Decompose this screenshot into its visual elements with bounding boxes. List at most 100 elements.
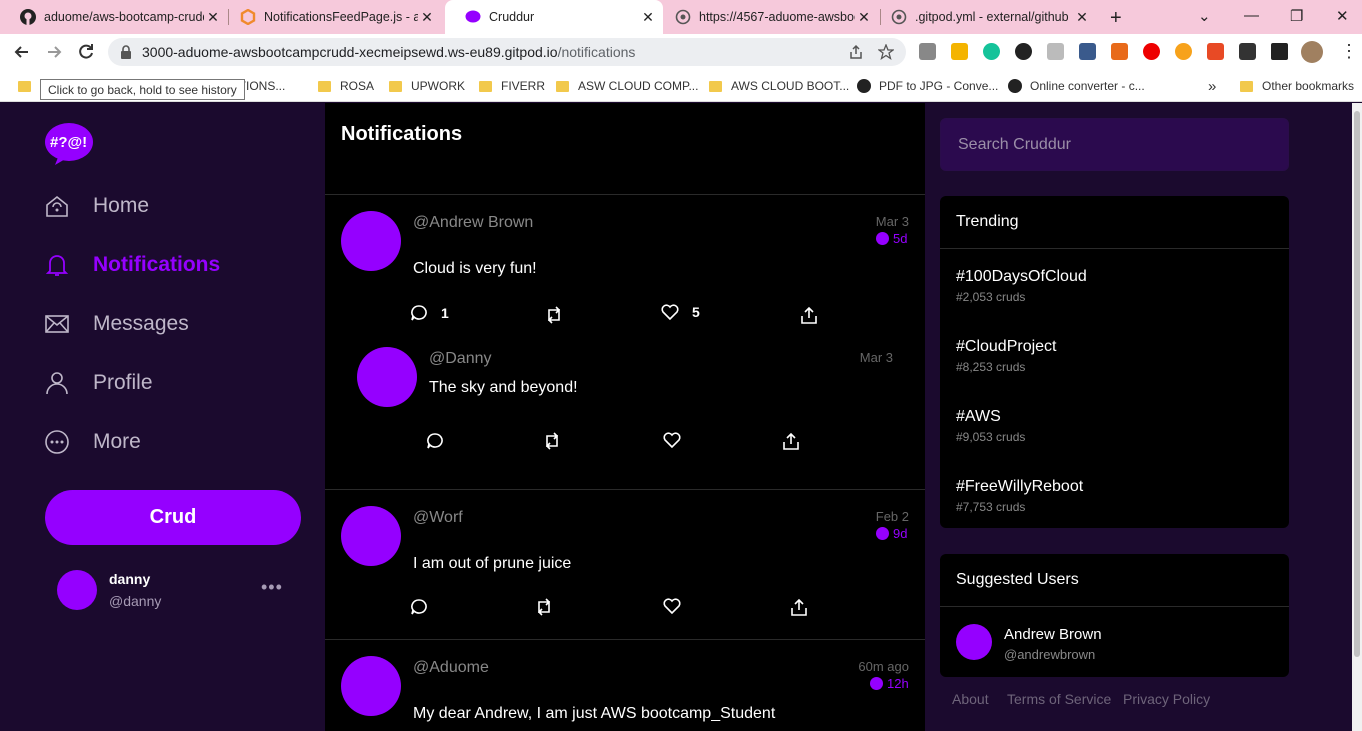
post-handle[interactable]: @Worf <box>413 509 463 527</box>
nav-more[interactable]: More <box>45 424 141 460</box>
back-arrow-icon[interactable] <box>12 42 32 62</box>
expires-badge: 12h <box>870 676 909 691</box>
suggested-user-name[interactable]: Andrew Brown <box>1004 626 1102 643</box>
repost-button[interactable] <box>543 432 561 450</box>
trend-tag[interactable]: #CloudProject <box>956 338 1057 356</box>
close-tab-icon[interactable]: ✕ <box>418 9 436 26</box>
nav-messages[interactable]: Messages <box>45 306 189 342</box>
nav-profile[interactable]: Profile <box>45 365 153 401</box>
folder-icon <box>18 80 31 92</box>
bookmark-upwork[interactable]: UPWORK <box>389 77 465 95</box>
heart-icon <box>661 304 679 321</box>
g-extension-icon[interactable] <box>1175 43 1192 60</box>
site-icon <box>1008 79 1022 93</box>
footer-link-privacy[interactable]: Privacy Policy <box>1123 691 1210 707</box>
like-button[interactable] <box>663 597 681 615</box>
browser-tab-gitpod-yml[interactable]: .gitpod.yml - external/github ✕ <box>871 0 1097 34</box>
avatar[interactable] <box>956 624 992 660</box>
wordpress-extension-icon[interactable] <box>1015 43 1032 60</box>
search-input[interactable] <box>940 118 1289 171</box>
bookmark-rosa[interactable]: ROSA <box>318 77 374 95</box>
trend-tag[interactable]: #AWS <box>956 408 1001 426</box>
divider <box>325 194 925 195</box>
profile-avatar[interactable] <box>1301 41 1323 63</box>
page-scrollbar[interactable] <box>1352 103 1362 731</box>
url-text[interactable]: 3000-aduome-awsbootcampcrudd-xecmeipsewd… <box>142 44 635 60</box>
robot-extension-icon[interactable] <box>1079 43 1096 60</box>
share-button[interactable] <box>800 306 818 324</box>
share-button[interactable] <box>782 432 800 450</box>
notifications-feed: Notifications @Andrew Brown Mar 3 5d Clo… <box>325 103 925 731</box>
avatar[interactable] <box>341 656 401 716</box>
close-window-icon[interactable]: ✕ <box>1336 7 1349 25</box>
bookmark-fiverr[interactable]: FIVERR <box>479 77 545 95</box>
restore-icon[interactable]: ❐ <box>1290 7 1303 25</box>
pencil-extension-icon[interactable] <box>1111 43 1128 60</box>
bookmark-aws-cloud-boot[interactable]: AWS CLOUD BOOT... <box>709 77 849 95</box>
post-handle[interactable]: @Aduome <box>413 659 489 677</box>
post-handle[interactable]: @Andrew Brown <box>413 214 533 232</box>
like-button[interactable] <box>663 431 681 449</box>
trend-tag[interactable]: #FreeWillyReboot <box>956 478 1083 496</box>
footer-link-terms[interactable]: Terms of Service <box>1007 691 1111 707</box>
puzzle-extensions-icon[interactable] <box>1239 43 1256 60</box>
crud-button[interactable]: Crud <box>45 490 301 545</box>
browser-tab-cruddur[interactable]: Cruddur ✕ <box>445 0 663 34</box>
wave-extension-icon[interactable] <box>1047 43 1064 60</box>
close-tab-icon[interactable]: ✕ <box>1073 9 1091 26</box>
footer-link-about[interactable]: About <box>952 691 989 707</box>
repost-button[interactable] <box>535 598 553 616</box>
avatar[interactable] <box>57 570 97 610</box>
avatar[interactable] <box>341 506 401 566</box>
like-button[interactable]: 5 <box>661 303 700 321</box>
drive-extension-icon[interactable] <box>951 43 968 60</box>
star-icon[interactable] <box>878 44 894 60</box>
reply-icon <box>427 433 443 449</box>
bookmark-online-converter[interactable]: Online converter - c... <box>1008 77 1145 95</box>
share-button[interactable] <box>790 598 808 616</box>
nav-label: Profile <box>93 371 153 394</box>
grammarly-extension-icon[interactable] <box>983 43 1000 60</box>
divider <box>325 639 925 640</box>
camera-extension-icon[interactable] <box>919 43 936 60</box>
scrollbar-thumb[interactable] <box>1354 111 1360 657</box>
bookmarks-overflow-button[interactable]: » <box>1208 77 1216 95</box>
c-extension-icon[interactable] <box>1207 43 1224 60</box>
address-bar[interactable]: 3000-aduome-awsbootcampcrudd-xecmeipsewd… <box>108 38 906 66</box>
avatar[interactable] <box>341 211 401 271</box>
post-handle[interactable]: @Danny <box>429 350 492 368</box>
minimize-icon[interactable]: — <box>1244 7 1259 24</box>
profile-more-button[interactable]: ••• <box>261 577 283 598</box>
new-tab-button[interactable]: + <box>1110 7 1122 30</box>
avatar[interactable] <box>357 347 417 407</box>
browser-tab-github[interactable]: aduome/aws-bootcamp-cruddur ✕ <box>0 0 228 34</box>
trend-tag[interactable]: #100DaysOfCloud <box>956 268 1087 286</box>
browser-tab-notifications-feed[interactable]: NotificationsFeedPage.js - aws ✕ <box>220 0 442 34</box>
nav-home[interactable]: Home <box>45 188 149 224</box>
forward-arrow-icon[interactable] <box>44 42 64 62</box>
kebab-menu-icon[interactable]: ⋮ <box>1340 41 1358 62</box>
reply-button[interactable] <box>410 598 428 616</box>
reply-button[interactable] <box>426 432 444 450</box>
cruddur-logo[interactable]: #?@! <box>45 123 93 165</box>
share-icon[interactable] <box>848 44 864 60</box>
reload-icon[interactable] <box>76 42 96 62</box>
lock-icon[interactable] <box>120 45 132 59</box>
bookmark-pdf-to-jpg[interactable]: PDF to JPG - Conve... <box>857 77 998 95</box>
person-icon <box>46 372 68 395</box>
trending-panel: Trending #100DaysOfCloud #2,053 cruds #C… <box>940 196 1289 528</box>
nav-notifications[interactable]: Notifications <box>45 247 220 283</box>
browser-tab-4567[interactable]: https://4567-aduome-awsbootcamp ✕ <box>655 0 879 34</box>
opera-extension-icon[interactable] <box>1143 43 1160 60</box>
bookmark-asw-cloud[interactable]: ASW CLOUD COMP... <box>556 77 698 95</box>
tab-search-icon[interactable]: ⌄ <box>1198 7 1211 25</box>
bookmark-label: ROSA <box>340 79 375 93</box>
reply-button[interactable]: 1 <box>410 304 449 322</box>
post-date: Feb 2 <box>875 509 909 524</box>
tab-title: https://4567-aduome-awsbootcamp <box>699 10 855 24</box>
repost-button[interactable] <box>545 306 563 324</box>
gitpod-icon <box>240 9 256 25</box>
side-panel-icon[interactable] <box>1271 43 1288 60</box>
other-bookmarks[interactable]: Other bookmarks <box>1240 77 1354 95</box>
bookmark-folder[interactable] <box>18 77 40 95</box>
